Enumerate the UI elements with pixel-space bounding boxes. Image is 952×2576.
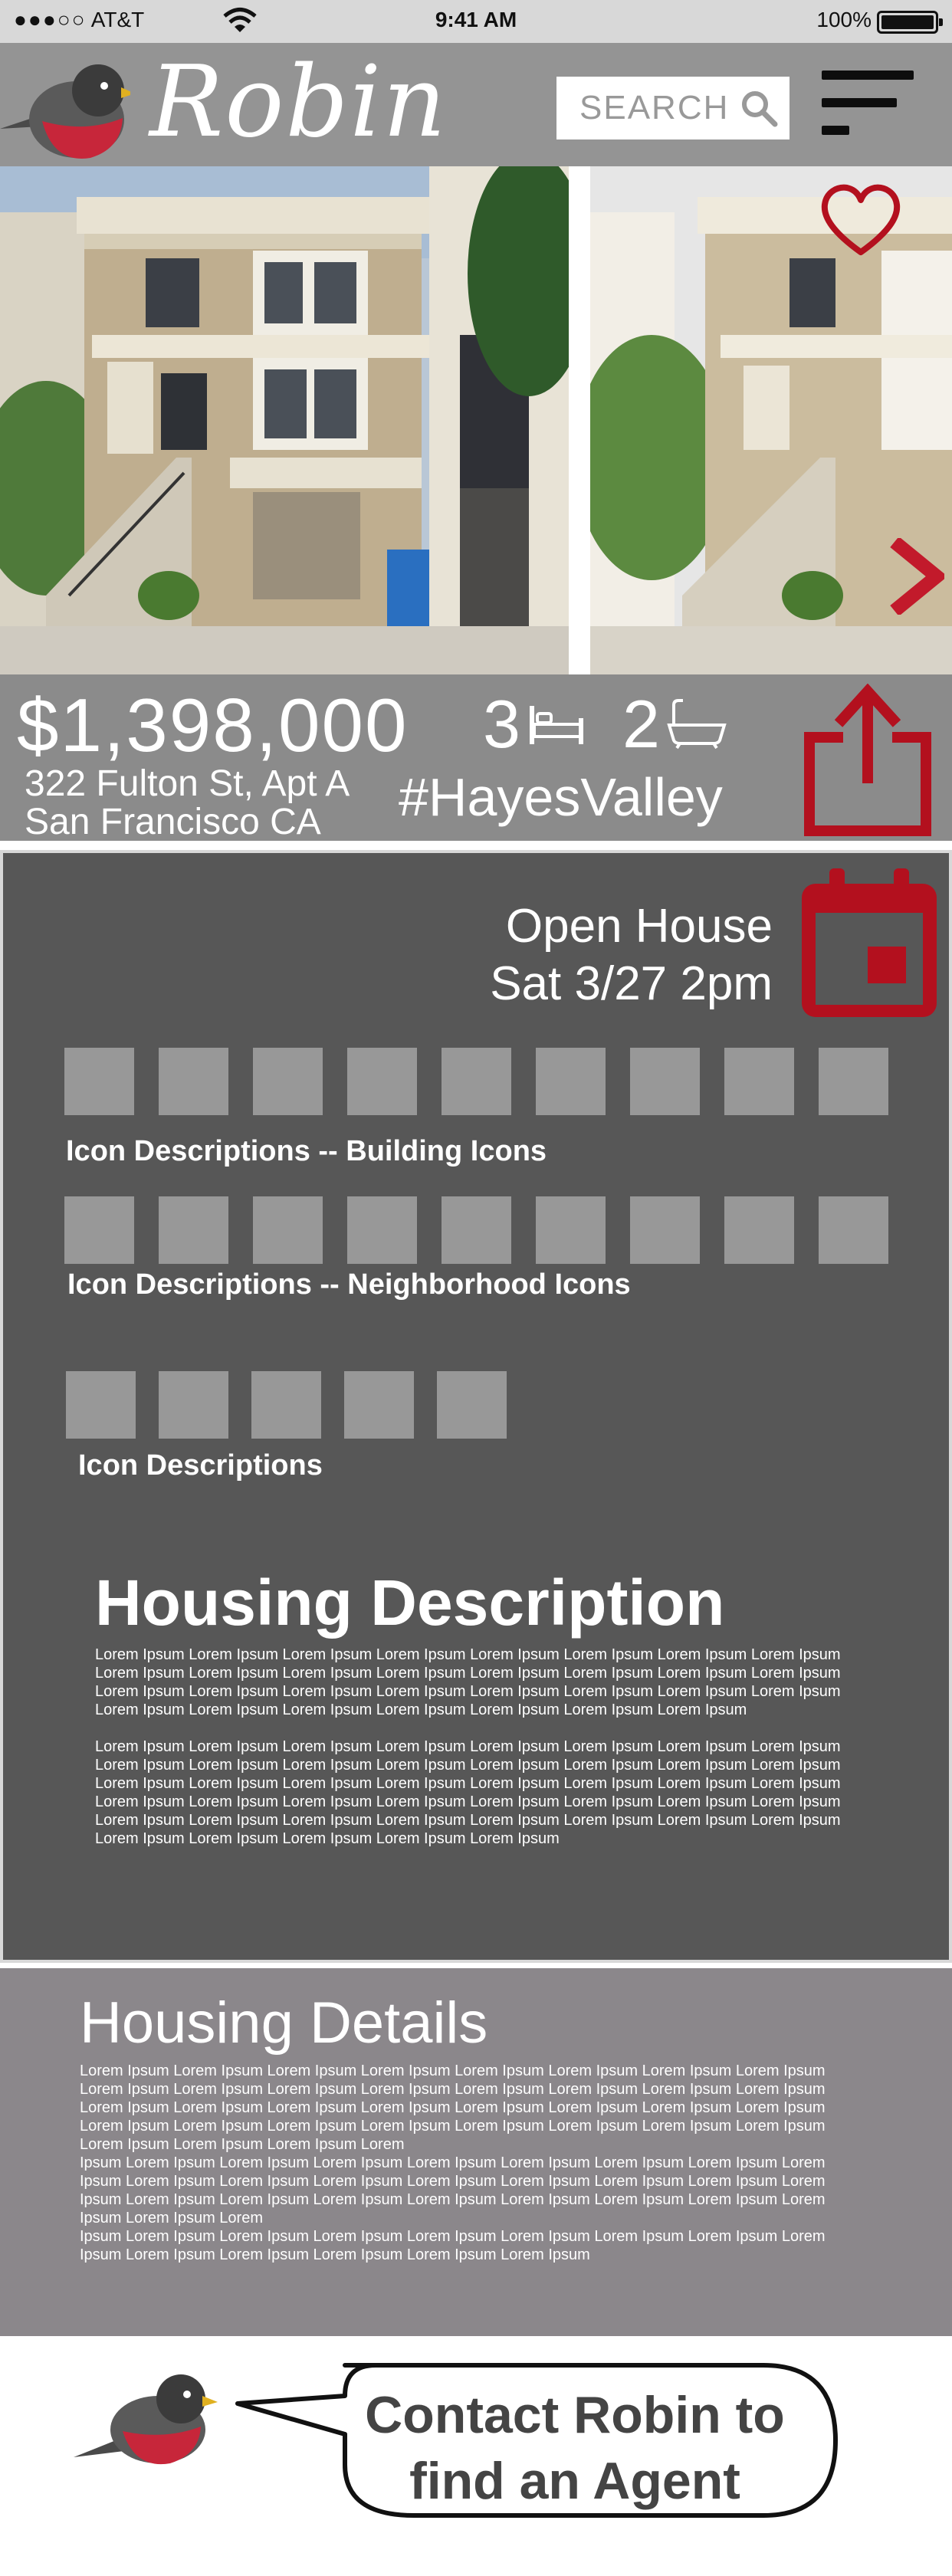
heart-icon[interactable] — [819, 183, 903, 260]
building-icon-placeholder — [724, 1048, 794, 1115]
neighborhood-icon-placeholder — [159, 1196, 228, 1264]
neighborhood-hashtag[interactable]: #HayesValley — [399, 766, 723, 828]
robin-logo-icon[interactable] — [0, 43, 130, 166]
address-line2: San Francisco CA — [25, 802, 321, 842]
housing-details-para2: Ipsum Lorem Ipsum Lorem Ipsum Lorem Ipsu… — [80, 2154, 826, 2227]
building-icon-placeholder — [819, 1048, 888, 1115]
icon-placeholder — [437, 1371, 507, 1439]
open-house-date: Sat 3/27 2pm — [490, 957, 773, 1010]
building-icon-placeholder — [159, 1048, 228, 1115]
search-label: SEARCH — [579, 89, 730, 126]
neighborhood-icon-placeholder — [819, 1196, 888, 1264]
bed-count: 3 — [483, 685, 586, 763]
other-icons-label: Icon Descriptions — [78, 1449, 323, 1482]
contact-footer[interactable]: Contact Robin to find an Agent — [0, 2336, 952, 2576]
calendar-icon[interactable] — [799, 867, 940, 1020]
open-house-info: Open House Sat 3/27 2pm — [490, 897, 773, 1012]
housing-description-para1: Lorem Ipsum Lorem Ipsum Lorem Ipsum Lore… — [95, 1646, 841, 1718]
housing-description-title: Housing Description — [95, 1567, 725, 1639]
neighborhood-icon-placeholder — [630, 1196, 700, 1264]
listing-main-panel: Open House Sat 3/27 2pm Icon Description… — [0, 850, 952, 1963]
building-icon-placeholder — [536, 1048, 606, 1115]
chevron-right-icon[interactable] — [883, 538, 944, 615]
address-line1: 322 Fulton St, Apt A — [25, 763, 350, 804]
building-icons-label: Icon Descriptions -- Building Icons — [66, 1135, 547, 1167]
neighborhood-icons-row — [64, 1196, 888, 1264]
beds-value: 3 — [483, 686, 520, 762]
building-icon-placeholder — [630, 1048, 700, 1115]
housing-details-panel: Housing Details Lorem Ipsum Lorem Ipsum … — [0, 1968, 952, 2336]
share-icon[interactable] — [803, 684, 932, 837]
neighborhood-icon-placeholder — [64, 1196, 134, 1264]
neighborhood-icons-label: Icon Descriptions -- Neighborhood Icons — [67, 1268, 631, 1301]
other-icons-row — [66, 1371, 507, 1439]
neighborhood-icon-placeholder — [724, 1196, 794, 1264]
hamburger-menu-icon[interactable] — [822, 71, 914, 139]
battery-percent: 100% — [816, 8, 872, 31]
search-icon — [742, 91, 778, 127]
neighborhood-icon-placeholder — [442, 1196, 511, 1264]
robin-bird-icon — [74, 2374, 218, 2465]
icon-placeholder — [159, 1371, 228, 1439]
listing-address: 322 Fulton St, Apt A San Francisco CA — [25, 765, 350, 842]
building-icon-placeholder — [253, 1048, 323, 1115]
building-icon-placeholder — [442, 1048, 511, 1115]
bed-icon — [529, 706, 583, 744]
building-icon-placeholder — [347, 1048, 417, 1115]
status-bar: ●●●○○ AT&T 9:41 AM 100% — [0, 0, 952, 43]
app-header: Robin SEARCH — [0, 43, 952, 166]
housing-description-para2: Lorem Ipsum Lorem Ipsum Lorem Ipsum Lore… — [95, 1738, 841, 1847]
contact-cta[interactable]: Contact Robin to find an Agent — [322, 2382, 828, 2514]
icon-placeholder — [344, 1371, 414, 1439]
building-icon-placeholder — [64, 1048, 134, 1115]
app-logo-text: Robin — [149, 45, 448, 159]
open-house-label: Open House — [505, 900, 773, 953]
neighborhood-icon-placeholder — [536, 1196, 606, 1264]
icon-placeholder — [251, 1371, 321, 1439]
photo-carousel[interactable] — [0, 166, 952, 674]
bathtub-icon — [667, 699, 727, 750]
listing-price: $1,398,000 — [17, 683, 409, 767]
housing-details-title: Housing Details — [80, 1990, 488, 2056]
bath-count: 2 — [622, 685, 727, 763]
search-button[interactable]: SEARCH — [556, 77, 790, 139]
housing-details-para3: Ipsum Lorem Ipsum Lorem Ipsum Lorem Ipsu… — [80, 2228, 826, 2263]
housing-details-para1: Lorem Ipsum Lorem Ipsum Lorem Ipsum Lore… — [80, 2062, 826, 2153]
icon-placeholder — [66, 1371, 136, 1439]
neighborhood-icon-placeholder — [253, 1196, 323, 1264]
battery-icon — [877, 11, 943, 34]
listing-photo-main[interactable] — [0, 166, 569, 674]
neighborhood-icon-placeholder — [347, 1196, 417, 1264]
status-time: 9:41 AM — [435, 8, 517, 31]
building-icons-row — [64, 1048, 888, 1115]
listing-summary-bar: $1,398,000 322 Fulton St, Apt A San Fran… — [0, 674, 952, 842]
baths-value: 2 — [622, 686, 660, 762]
